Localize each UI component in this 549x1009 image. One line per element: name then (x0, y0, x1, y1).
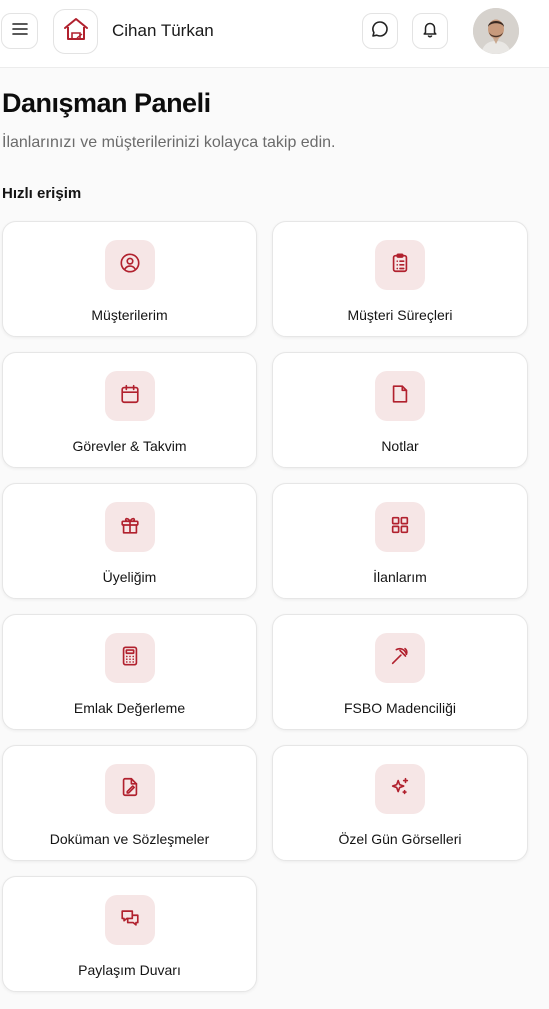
top-bar: Cihan Türkan (0, 0, 549, 68)
house-logo-icon (62, 16, 90, 47)
card-notlar[interactable]: Notlar (272, 352, 528, 468)
card-ilanlarim[interactable]: İlanlarım (272, 483, 528, 599)
card-label: Müşterilerim (91, 307, 168, 323)
page-title: Danışman Paneli (2, 88, 211, 118)
card-label: Üyeliğim (102, 569, 157, 585)
menu-button[interactable] (1, 13, 38, 49)
hamburger-icon (11, 22, 28, 41)
card-label: Müşteri Süreçleri (347, 307, 453, 323)
avatar[interactable] (473, 8, 519, 54)
file-signature-icon (119, 776, 141, 803)
page-subtitle: İlanlarınızı ve müşterilerinizi kolayca … (2, 134, 336, 151)
card-label: Emlak Değerleme (73, 700, 186, 716)
section-title: Hızlı erişim (2, 185, 82, 202)
quick-access-grid: Müşterilerim Müşteri Süreçleri Görevler … (2, 221, 529, 992)
card-dokuman-sozlesmeler[interactable]: Doküman ve Sözleşmeler (2, 745, 257, 861)
card-musteri-surecleri[interactable]: Müşteri Süreçleri (272, 221, 528, 337)
card-label: Paylaşım Duvarı (78, 962, 181, 978)
app-logo[interactable] (53, 9, 98, 54)
card-ozel-gun-gorselleri[interactable]: Özel Gün Görselleri (272, 745, 528, 861)
card-label: İlanlarım (373, 569, 427, 585)
messages-icon (119, 907, 141, 934)
card-fsbo-madenciligi[interactable]: FSBO Madenciliği (272, 614, 528, 730)
calculator-icon (119, 645, 141, 672)
card-musterilerim[interactable]: Müşterilerim (2, 221, 257, 337)
bell-icon (421, 20, 439, 43)
card-label: Özel Gün Görselleri (338, 831, 462, 847)
pickaxe-icon (389, 645, 411, 672)
card-label: FSBO Madenciliği (343, 700, 457, 716)
chat-bubble-icon (371, 20, 389, 43)
card-label: Görevler & Takvim (72, 438, 187, 454)
card-uyeligim[interactable]: Üyeliğim (2, 483, 257, 599)
note-icon (389, 383, 411, 410)
chat-button[interactable] (362, 13, 398, 49)
notifications-button[interactable] (412, 13, 448, 49)
grid-icon (389, 514, 411, 541)
card-paylasim-duvari[interactable]: Paylaşım Duvarı (2, 876, 257, 992)
card-gorevler-takvim[interactable]: Görevler & Takvim (2, 352, 257, 468)
calendar-icon (119, 383, 141, 410)
clipboard-list-icon (389, 252, 411, 279)
user-circle-icon (119, 252, 141, 279)
card-label: Notlar (381, 438, 419, 454)
card-emlak-degerleme[interactable]: Emlak Değerleme (2, 614, 257, 730)
gift-icon (119, 514, 141, 541)
sparkles-icon (389, 776, 411, 803)
user-name: Cihan Türkan (112, 21, 214, 40)
card-label: Doküman ve Sözleşmeler (49, 831, 210, 847)
